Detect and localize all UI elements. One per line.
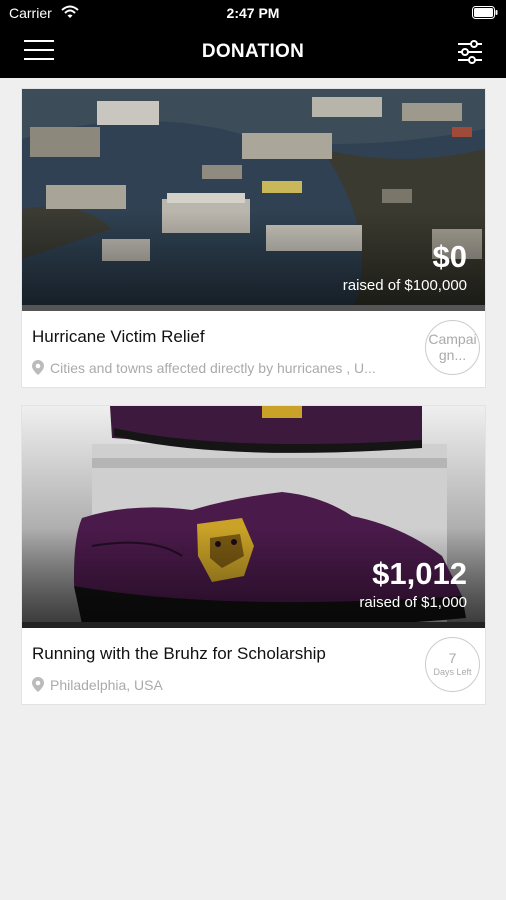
- badge-line-1: Campai: [428, 331, 477, 347]
- days-left-badge: 7 Days Left: [425, 637, 480, 692]
- navigation-bar: DONATION: [0, 26, 506, 78]
- status-time: 2:47 PM: [226, 5, 280, 21]
- campaign-card[interactable]: $1,012 raised of $1,000 Running with the…: [21, 405, 486, 705]
- raised-goal: raised of $1,000: [359, 594, 467, 611]
- raised-amount: $0: [432, 239, 467, 274]
- campaign-card[interactable]: $0 raised of $100,000 Hurricane Victim R…: [21, 88, 486, 388]
- days-left-number: 7: [448, 650, 457, 666]
- days-left-label: Days Left: [433, 667, 472, 677]
- badge-line-2: gn...: [438, 347, 467, 363]
- campaign-location: Philadelphia, USA: [32, 677, 422, 693]
- battery-icon: [472, 6, 498, 19]
- campaign-location: Cities and towns affected directly by hu…: [32, 360, 422, 376]
- page-title: DONATION: [201, 41, 305, 62]
- location-text: Philadelphia, USA: [50, 677, 163, 693]
- campaign-status-badge: Campai gn...: [425, 320, 480, 375]
- campaign-title[interactable]: Hurricane Victim Relief: [32, 327, 205, 347]
- funding-progress-bar: [22, 622, 485, 628]
- location-text: Cities and towns affected directly by hu…: [50, 360, 376, 376]
- funding-progress-bar: [22, 305, 485, 311]
- location-pin-icon: [32, 360, 44, 375]
- status-bar: Carrier 2:47 PM: [0, 0, 506, 26]
- sliders-filter-icon[interactable]: [456, 39, 484, 65]
- raised-goal: raised of $100,000: [342, 277, 467, 294]
- raised-amount: $1,012: [372, 556, 467, 591]
- campaign-title[interactable]: Running with the Bruhz for Scholarship: [32, 644, 326, 664]
- funding-progress-fill: [22, 622, 485, 628]
- location-pin-icon: [32, 677, 44, 692]
